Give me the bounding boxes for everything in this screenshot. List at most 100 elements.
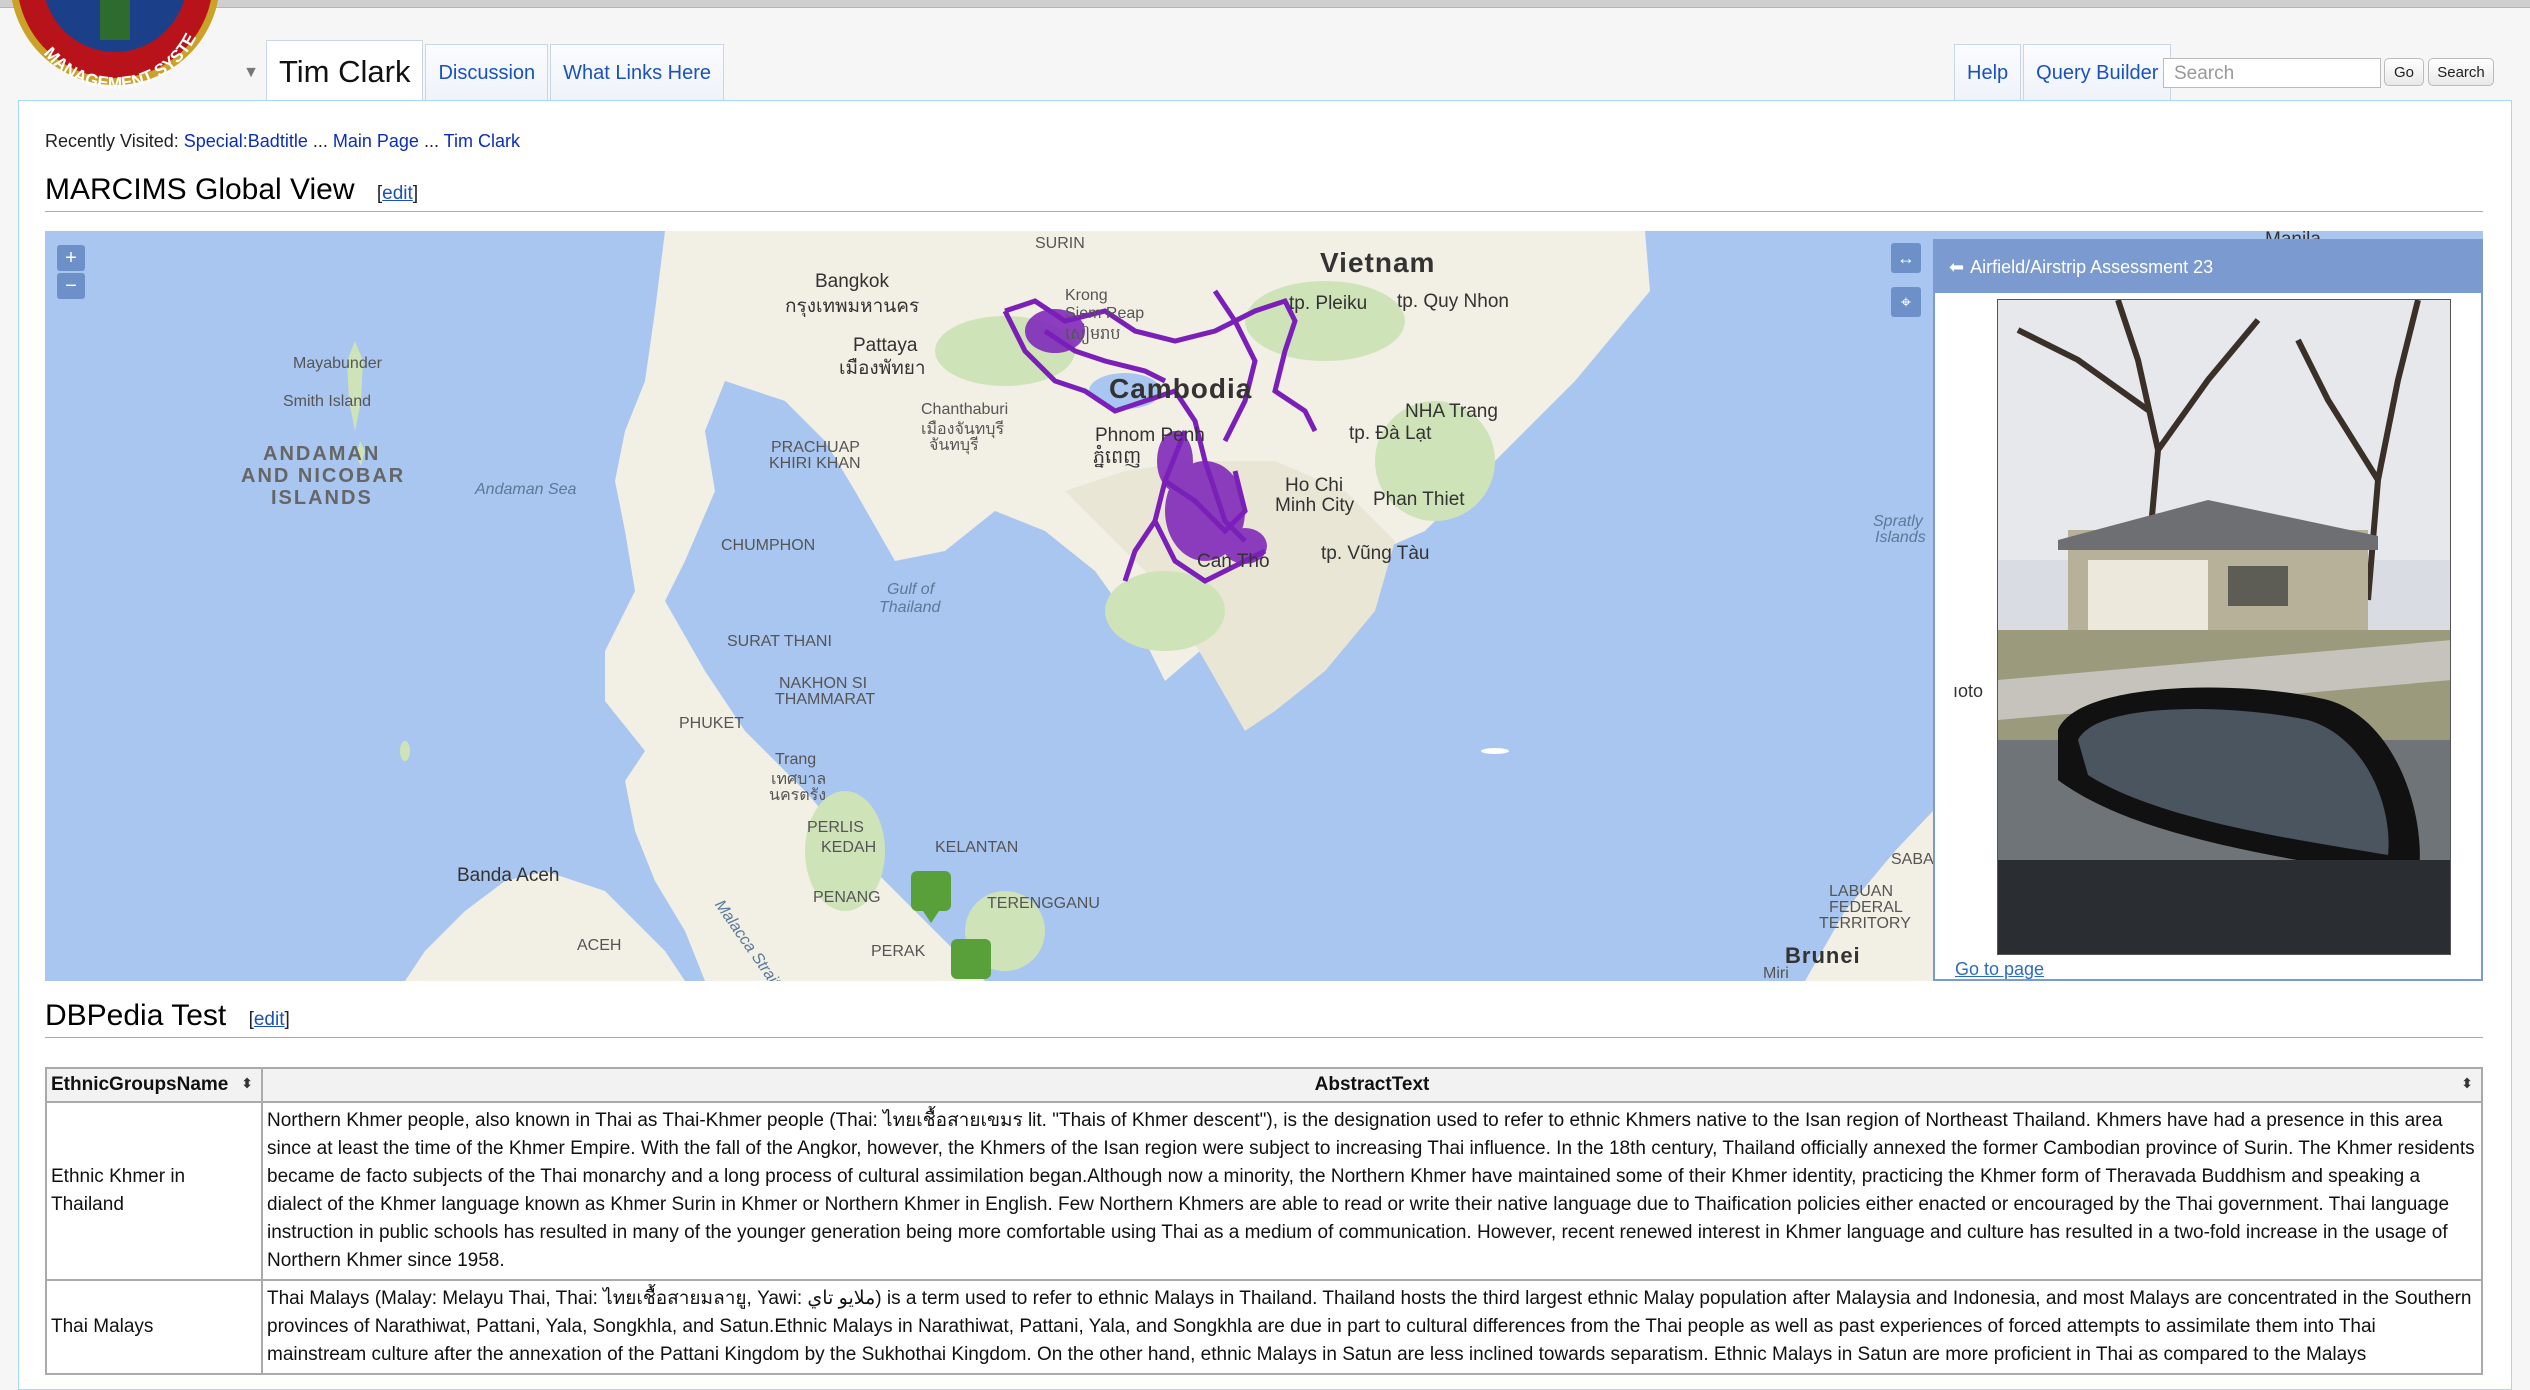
map-label: เมืองพัทยา: [839, 358, 926, 379]
recent-link[interactable]: Special:Badtitle: [184, 131, 308, 151]
recent-link[interactable]: Tim Clark: [444, 131, 520, 151]
map-label: ភ្នំពេញ: [1093, 447, 1142, 468]
map-label: Banda Aceh: [457, 865, 560, 886]
map-label: CHUMPHON: [721, 537, 816, 554]
map-label: tp. Đà Lạt: [1349, 423, 1432, 444]
map-label: SURAT THANI: [727, 633, 832, 650]
map-label: tp. Vũng Tàu: [1321, 543, 1430, 564]
expand-icon[interactable]: ↔: [1891, 243, 1921, 273]
map-label: PERLIS: [807, 819, 864, 836]
search-input[interactable]: Search: [2163, 58, 2381, 88]
tab-label: Tim Clark: [279, 53, 411, 89]
map-label: SURIN: [1035, 235, 1085, 252]
map-label: សៀមរាប: [1065, 326, 1121, 343]
zoom-out-button[interactable]: −: [57, 273, 85, 299]
recent-link[interactable]: Main Page: [333, 131, 419, 151]
map-label: THAMMARAT: [775, 691, 876, 708]
popup-side-text: ıoto: [1953, 681, 1984, 701]
right-tabs: Help Query Builder: [1954, 40, 2173, 102]
map-label: Krong: [1065, 287, 1108, 304]
map-label: ANDAMAN: [263, 443, 381, 465]
tab-page[interactable]: Tim Clark: [266, 40, 424, 102]
map-label: Islands: [1875, 529, 1926, 546]
map-label: KELANTAN: [935, 839, 1019, 856]
recent-prefix: Recently Visited:: [45, 131, 179, 151]
map-marker[interactable]: [951, 939, 991, 979]
map-label: KHIRI KHAN: [769, 455, 861, 472]
column-header-label: AbstractText: [1314, 1074, 1430, 1095]
section-title: MARCIMS Global View: [45, 173, 355, 206]
map-label: PHUKET: [679, 715, 744, 732]
map-label: Ho Chi: [1285, 475, 1344, 496]
map-label: จันทบุรี: [929, 437, 979, 454]
arrow-left-icon[interactable]: ⬅: [1949, 257, 1964, 278]
map-label: กรุงเทพมหานคร: [785, 296, 920, 317]
map-label: นครตรัง: [769, 787, 827, 804]
dbpedia-table: EthnicGroupsName ⬍ AbstractText ⬍ Ethnic…: [45, 1067, 2483, 1375]
tab-help[interactable]: Help: [1954, 44, 2022, 102]
ethnic-group-name: Ethnic Khmer in Thailand: [45, 1101, 263, 1281]
page-content: Recently Visited: Special:Badtitle ... M…: [18, 100, 2512, 1390]
go-to-page-link[interactable]: Go to page: [1955, 959, 2044, 980]
map-label: NHA Trang: [1405, 401, 1498, 422]
column-header[interactable]: EthnicGroupsName ⬍: [45, 1067, 263, 1103]
recent-sep: ...: [312, 131, 328, 151]
tab-label: Help: [1967, 62, 2009, 84]
edit-link[interactable]: edit: [382, 183, 413, 204]
map-label: tp. Pleiku: [1289, 293, 1368, 314]
tab-discussion[interactable]: Discussion: [425, 44, 549, 102]
section-heading-global-view: MARCIMS Global View [edit]: [45, 173, 2483, 212]
popup-header[interactable]: ⬅ Airfield/Airstrip Assessment 23: [1935, 241, 2481, 293]
zoom-in-button[interactable]: +: [57, 245, 85, 271]
map-label: Bangkok: [815, 271, 889, 292]
map-label: Miri: [1763, 965, 1789, 981]
table-row: Thai Malays Thai Malays (Malay: Melayu T…: [45, 1279, 2483, 1375]
map-label: ACEH: [577, 937, 622, 954]
column-header-label: EthnicGroupsName: [51, 1074, 229, 1095]
sort-icon[interactable]: ⬍: [241, 1075, 253, 1092]
map-label: KEDAH: [821, 839, 877, 856]
map-label: Gulf of: [887, 581, 935, 598]
map-label: Vietnam: [1320, 247, 1436, 278]
map-label: Andaman Sea: [475, 481, 577, 498]
map-label: Phan Thiet: [1373, 489, 1465, 510]
map-label: Phnom Penh: [1095, 425, 1205, 446]
popup-title: Airfield/Airstrip Assessment 23: [1970, 256, 2214, 277]
map-label: TERRITORY: [1819, 915, 1911, 932]
map-label: Smith Island: [283, 393, 372, 410]
sort-icon[interactable]: ⬍: [2461, 1075, 2473, 1092]
section-heading-dbpedia: DBPedia Test [edit]: [45, 999, 2483, 1038]
map-label: SABA: [1891, 851, 1934, 868]
map-label: Brunei: [1785, 943, 1861, 968]
tab-what-links-here[interactable]: What Links Here: [550, 44, 724, 102]
tab-query-builder[interactable]: Query Builder: [2023, 44, 2172, 102]
go-button[interactable]: Go: [2384, 58, 2424, 86]
map-label: PERAK: [871, 943, 926, 960]
edit-link[interactable]: edit: [254, 1009, 285, 1030]
abstract-text: Northern Khmer people, also known in Tha…: [261, 1101, 2483, 1281]
map-label: Minh City: [1275, 495, 1355, 516]
column-header[interactable]: AbstractText ⬍: [261, 1067, 2483, 1103]
edit-section: [edit]: [248, 1009, 290, 1030]
map-label: Thailand: [879, 599, 941, 616]
map-label: ISLANDS: [271, 487, 373, 509]
edit-section: [edit]: [376, 183, 419, 204]
table-row: Ethnic Khmer in Thailand Northern Khmer …: [45, 1101, 2483, 1281]
window-top-strip: [0, 0, 2530, 8]
map-label: AND NICOBAR: [241, 465, 406, 487]
tab-label: Discussion: [438, 62, 536, 84]
map-label: PENANG: [813, 889, 881, 906]
assessment-photo[interactable]: [1997, 299, 2451, 955]
section-title: DBPedia Test: [45, 999, 227, 1032]
map-label: Cambodia: [1109, 373, 1253, 404]
page-tabs: ▼ Tim Clark Discussion What Links Here: [236, 40, 726, 102]
locate-icon[interactable]: ⌖: [1891, 287, 1921, 317]
recent-sep: ...: [423, 131, 439, 151]
search-button[interactable]: Search: [2428, 58, 2494, 86]
map-label: Can Tho: [1197, 551, 1270, 572]
abstract-text: Thai Malays (Malay: Melayu Thai, Thai: ไ…: [261, 1279, 2483, 1375]
tab-label: Query Builder: [2036, 62, 2159, 84]
site-logo[interactable]: MANAGEMENT SYSTEM: [0, 0, 230, 96]
map-view[interactable]: + − ↔ ⌖ SURIN Vietnam Bangkok กรุงเทพมหา…: [45, 231, 2483, 981]
chevron-down-icon[interactable]: ▼: [236, 44, 266, 102]
